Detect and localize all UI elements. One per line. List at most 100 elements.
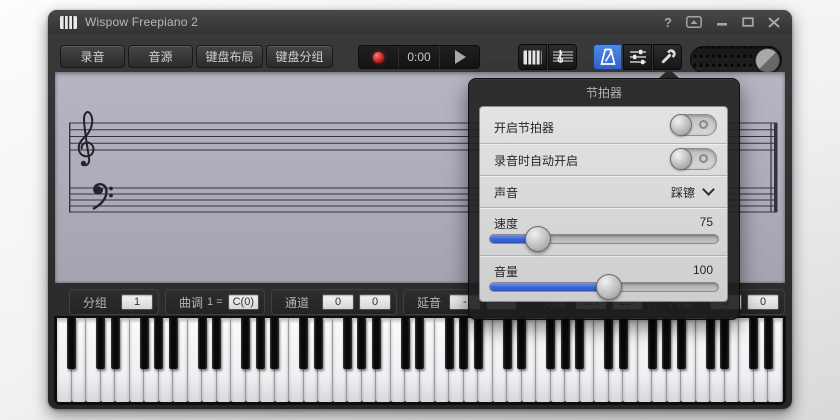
piano-black-key[interactable]	[400, 318, 410, 369]
piano-black-key[interactable]	[270, 318, 280, 369]
sustain-label: 延音	[417, 295, 442, 310]
piano-black-key[interactable]	[168, 318, 178, 369]
piano-black-key[interactable]	[705, 318, 715, 369]
sound-label: 声音	[494, 186, 519, 200]
settings-button[interactable]	[653, 44, 682, 70]
piano-black-key[interactable]	[342, 318, 352, 369]
piano-black-key[interactable]	[763, 318, 773, 369]
toggle-thumb	[670, 148, 692, 170]
enable-metronome-label: 开启节拍器	[494, 121, 555, 135]
group-field[interactable]: 1	[121, 294, 153, 310]
piano-black-key[interactable]	[110, 318, 120, 369]
channel-field-right[interactable]: 0	[359, 294, 391, 310]
piano-black-key[interactable]	[299, 318, 309, 369]
piano-black-key[interactable]	[546, 318, 556, 369]
musical-score-icon	[552, 49, 573, 63]
play-icon	[455, 50, 467, 64]
piano-black-key[interactable]	[67, 318, 77, 369]
minimize-to-tray-icon[interactable]	[686, 14, 702, 30]
treble-clef-icon	[77, 111, 95, 167]
enable-metronome-toggle[interactable]	[670, 114, 717, 136]
piano-black-key[interactable]	[618, 318, 628, 369]
piano-black-key[interactable]	[517, 318, 527, 369]
piano-black-key[interactable]	[313, 318, 323, 369]
piano-app-icon	[60, 15, 77, 29]
volume-row: 音量 100	[480, 256, 727, 303]
piano-black-key[interactable]	[241, 318, 251, 369]
time-display: 0:00	[398, 46, 438, 68]
volume-knob[interactable]	[755, 48, 780, 73]
piano-black-key[interactable]	[154, 318, 164, 369]
piano-black-key[interactable]	[139, 318, 149, 369]
piano-black-key[interactable]	[647, 318, 657, 369]
piano-black-key[interactable]	[415, 318, 425, 369]
volume-slider-thumb[interactable]	[595, 274, 622, 300]
play-button[interactable]	[438, 46, 479, 68]
piano-black-key[interactable]	[604, 318, 614, 369]
transport-controls: 0:00	[358, 45, 480, 69]
speed-row: 速度 75	[480, 208, 727, 256]
volume-slider-fill	[490, 283, 609, 291]
piano-black-key[interactable]	[444, 318, 454, 369]
sound-row[interactable]: 声音 踩镲	[480, 176, 727, 208]
window-title: Wispow Freepiano 2	[85, 15, 198, 29]
window-controls: ?	[664, 14, 780, 30]
key-label: 曲调	[179, 295, 204, 310]
piano-black-key[interactable]	[459, 318, 469, 369]
toolbar: 录音 音源 键盘布局 键盘分组 0:00	[48, 34, 792, 73]
help-button[interactable]: ?	[664, 14, 672, 30]
popup-body: 开启节拍器 录音时自动开启 声音 踩镲 速度 75 音量 100	[479, 106, 728, 302]
keyboard-layout-button[interactable]: 键盘布局	[196, 45, 263, 68]
piano-mode-button[interactable]	[518, 44, 547, 70]
piano-black-key[interactable]	[255, 318, 265, 369]
sound-value: 踩镲	[670, 186, 695, 200]
piano-black-key[interactable]	[676, 318, 686, 369]
auto-start-label: 录音时自动开启	[494, 154, 579, 168]
key-setting: 曲调 1 = C(0)	[165, 289, 265, 315]
minimize-button[interactable]	[716, 14, 728, 30]
popup-title: 节拍器	[585, 86, 622, 100]
metronome-popup: 节拍器 开启节拍器 录音时自动开启 声音 踩镲 速度 75 音量 100	[468, 68, 740, 320]
piano-black-key[interactable]	[371, 318, 381, 369]
piano-black-key[interactable]	[473, 318, 483, 369]
channel-field-left[interactable]: 0	[322, 294, 354, 310]
piano-keyboard[interactable]	[57, 318, 783, 402]
metronome-button[interactable]	[593, 44, 622, 70]
piano-black-key[interactable]	[560, 318, 570, 369]
volume-slider[interactable]	[489, 274, 719, 300]
octave-field-right[interactable]: 0	[747, 294, 779, 310]
close-button[interactable]	[768, 14, 780, 30]
metronome-icon	[599, 48, 616, 65]
piano-black-key[interactable]	[749, 318, 759, 369]
score-mode-button[interactable]	[548, 44, 577, 70]
channel-setting: 通道 0 0	[271, 289, 397, 315]
group-label: 分组	[83, 295, 108, 310]
maximize-button[interactable]	[742, 14, 754, 30]
key-field[interactable]: C(0)	[227, 294, 259, 310]
keyboard-group-button[interactable]: 键盘分组	[266, 45, 333, 68]
speed-slider-thumb[interactable]	[524, 226, 551, 252]
piano-black-key[interactable]	[212, 318, 222, 369]
sound-source-button[interactable]: 音源	[128, 45, 193, 68]
toggle-off-mark	[699, 120, 708, 129]
record-menu-button[interactable]: 录音	[60, 45, 125, 68]
enable-metronome-row: 开启节拍器	[480, 107, 727, 144]
auto-start-toggle[interactable]	[670, 148, 717, 170]
sliders-icon	[629, 49, 646, 65]
piano-black-key[interactable]	[662, 318, 672, 369]
piano-black-key[interactable]	[502, 318, 512, 369]
speed-slider[interactable]	[489, 226, 719, 252]
keyboard-frame	[54, 316, 786, 405]
volume-label: 音量	[494, 265, 519, 279]
piano-black-key[interactable]	[720, 318, 730, 369]
piano-keys-icon	[523, 50, 542, 64]
midi-controls-button[interactable]	[623, 44, 652, 70]
channel-label: 通道	[285, 295, 310, 310]
piano-black-key[interactable]	[575, 318, 585, 369]
key-prefix: 1 =	[207, 296, 223, 308]
piano-black-key[interactable]	[96, 318, 106, 369]
piano-black-key[interactable]	[357, 318, 367, 369]
auto-start-row: 录音时自动开启	[480, 144, 727, 176]
record-button[interactable]	[359, 46, 398, 68]
piano-black-key[interactable]	[197, 318, 207, 369]
